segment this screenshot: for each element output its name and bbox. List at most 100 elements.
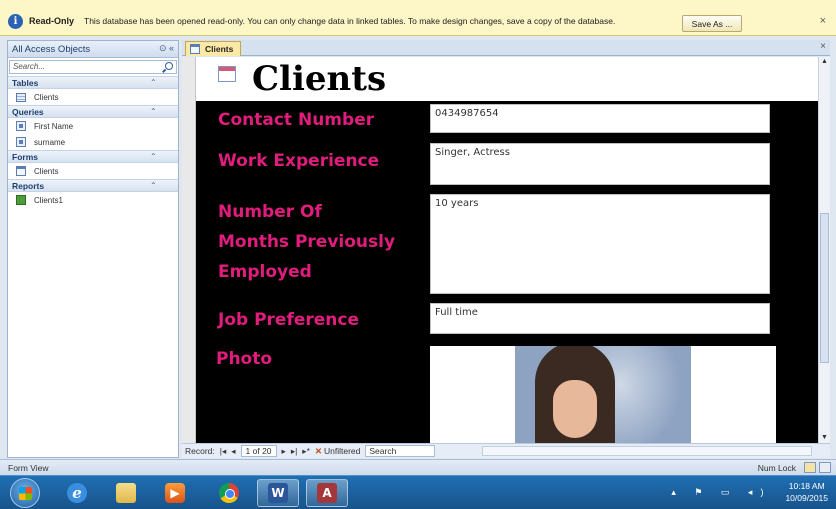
taskbar-media-player[interactable]: ▶ — [154, 479, 196, 507]
clock-time: 10:18 AM — [788, 481, 825, 491]
new-record-icon[interactable]: ▸* — [302, 446, 310, 457]
chrome-icon — [219, 483, 239, 503]
view-status: Form View — [8, 463, 49, 473]
photo-field[interactable] — [430, 346, 776, 443]
info-icon: i — [8, 13, 23, 29]
work-experience-label: Work Experience — [218, 151, 380, 171]
group-label: Forms — [12, 152, 38, 162]
start-button[interactable] — [10, 478, 40, 508]
search-icon[interactable] — [165, 62, 173, 70]
chevron-up-icon: ⌃ — [150, 181, 157, 190]
document-tab-bar: Clients × — [182, 40, 830, 56]
clock[interactable]: 10:18 AM 10/09/2015 — [785, 480, 828, 504]
filter-icon: ✕ — [314, 445, 322, 456]
nav-item-query-first-name[interactable]: First Name — [8, 118, 178, 134]
group-label: Reports — [12, 181, 45, 191]
clock-date: 10/09/2015 — [785, 493, 828, 503]
vertical-scrollbar[interactable]: ▲ ▼ — [818, 57, 830, 443]
access-icon: A — [317, 483, 337, 503]
first-record-icon[interactable]: |◂ — [220, 446, 226, 457]
nav-item-label: Clients — [34, 166, 59, 176]
tab-label: Clients — [205, 44, 234, 54]
group-header-tables[interactable]: Tables ⌃ — [8, 76, 178, 89]
message-content: i Read-Only This database has been opene… — [8, 13, 616, 29]
last-record-icon[interactable]: ▸| — [291, 446, 297, 457]
message-text: This database has been opened read-only.… — [84, 16, 616, 26]
photo-face-shape — [553, 380, 597, 438]
form-icon — [16, 166, 26, 176]
form-header: Clients — [196, 57, 818, 101]
contact-number-field[interactable]: 0434987654 — [430, 104, 770, 133]
scroll-down-icon[interactable]: ▼ — [819, 433, 830, 443]
word-icon: W — [268, 483, 288, 503]
query-icon — [16, 137, 26, 147]
num-lock-indicator: Num Lock — [757, 463, 796, 473]
filter-status-button[interactable]: Unfiltered — [324, 446, 360, 456]
save-as-button[interactable]: Save As ... — [682, 15, 742, 32]
group-header-forms[interactable]: Forms ⌃ — [8, 150, 178, 163]
next-record-icon[interactable]: ▸ — [282, 446, 286, 457]
navigation-pane: All Access Objects ⊙ « Search... Tables … — [7, 40, 179, 458]
close-icon[interactable]: × — [820, 41, 826, 52]
form-view-icon[interactable] — [804, 462, 816, 473]
form-detail: Contact Number 0434987654 Work Experienc… — [196, 101, 818, 443]
nav-pane-controls[interactable]: ⊙ « — [159, 43, 174, 54]
taskbar-internet-explorer[interactable]: e — [56, 479, 98, 507]
search-input[interactable]: Search... — [9, 60, 177, 74]
nav-pane-header[interactable]: All Access Objects ⊙ « — [8, 41, 178, 58]
group-label: Queries — [12, 107, 44, 117]
record-prefix: Record: — [185, 446, 215, 456]
taskbar-chrome[interactable] — [208, 479, 250, 507]
taskbar-word[interactable]: W — [257, 479, 299, 507]
query-icon — [16, 121, 26, 131]
client-photo — [515, 346, 691, 443]
design-view-icon[interactable] — [819, 462, 831, 473]
taskbar-windows-explorer[interactable] — [105, 479, 147, 507]
nav-item-label: Clients — [34, 92, 59, 102]
scroll-up-icon[interactable]: ▲ — [819, 57, 830, 67]
report-icon — [16, 195, 26, 205]
current-record-field[interactable]: 1 of 20 — [240, 445, 277, 457]
group-header-queries[interactable]: Queries ⌃ — [8, 105, 178, 118]
internet-explorer-icon: e — [67, 483, 87, 503]
message-title: Read-Only — [29, 16, 75, 26]
nav-item-label: surname — [34, 137, 66, 147]
tray-icons[interactable]: ▴ ⚑ ▭ ◂) — [671, 487, 771, 498]
form-view: Clients Contact Number 0434987654 Work E… — [182, 57, 818, 443]
system-tray: ▴ ⚑ ▭ ◂) 10:18 AM 10/09/2015 — [671, 480, 828, 504]
tab-clients[interactable]: Clients — [185, 41, 241, 56]
table-icon — [16, 92, 26, 102]
months-employed-field[interactable]: 10 years — [430, 194, 770, 294]
work-experience-field[interactable]: Singer, Actress — [430, 143, 770, 185]
months-employed-label-line1: Number Of — [218, 202, 322, 222]
taskbar: e ▶ W A ▴ ⚑ ▭ ◂) 10:18 AM 10/09/2015 — [0, 475, 836, 509]
job-preference-label: Job Preference — [218, 310, 360, 330]
nav-item-report-clients1[interactable]: Clients1 — [8, 192, 178, 208]
nav-pane-title: All Access Objects — [12, 43, 91, 55]
record-navigation-bar: Record: |◂ ◂ 1 of 20 ▸ ▸| ▸* ✕ Unfiltere… — [182, 443, 830, 458]
months-employed-label-line3: Employed — [218, 262, 312, 282]
nav-item-label: Clients1 — [34, 195, 63, 205]
group-header-reports[interactable]: Reports ⌃ — [8, 179, 178, 192]
group-label: Tables — [12, 78, 39, 88]
folder-icon — [116, 483, 136, 503]
form-icon — [218, 66, 236, 82]
nav-item-table-clients[interactable]: Clients — [8, 89, 178, 105]
chevron-up-icon: ⌃ — [150, 78, 157, 87]
close-icon[interactable]: × — [820, 15, 826, 27]
record-selector[interactable] — [182, 57, 196, 443]
status-bar: Form View Num Lock — [0, 459, 836, 475]
nav-item-form-clients[interactable]: Clients — [8, 163, 178, 179]
record-search-input[interactable]: Search — [365, 445, 436, 457]
scrollbar-thumb[interactable] — [820, 213, 829, 363]
job-preference-field[interactable]: Full time — [430, 303, 770, 334]
taskbar-access[interactable]: A — [306, 479, 348, 507]
horizontal-scrollbar[interactable] — [482, 446, 812, 456]
search-placeholder: Search... — [13, 62, 46, 71]
previous-record-icon[interactable]: ◂ — [231, 446, 235, 457]
nav-item-label: First Name — [34, 121, 74, 131]
chevron-up-icon: ⌃ — [150, 107, 157, 116]
contact-number-label: Contact Number — [218, 110, 375, 130]
nav-item-query-surname[interactable]: surname — [8, 134, 178, 150]
chevron-up-icon: ⌃ — [150, 152, 157, 161]
